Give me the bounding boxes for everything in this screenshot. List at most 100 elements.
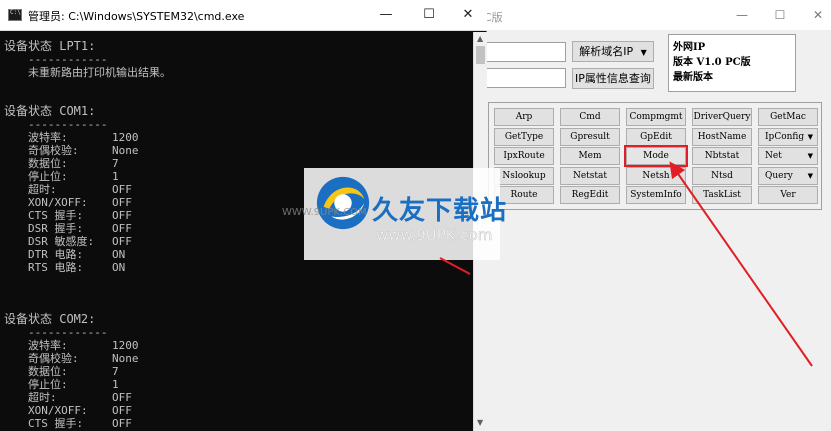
domain-input[interactable] <box>486 42 566 62</box>
setting-row: 波特率: 1200 <box>4 131 469 144</box>
resolve-domain-label: 解析域名IP <box>579 45 634 58</box>
command-button-hostname[interactable]: HostName <box>692 127 752 146</box>
command-button-label: IpConfig <box>765 131 805 142</box>
setting-value: 7 <box>112 365 119 378</box>
setting-value: 1 <box>112 170 119 183</box>
app-minimize-button[interactable]: — <box>732 6 752 24</box>
setting-row: RTS 电路: ON <box>4 261 469 274</box>
command-button-query[interactable]: Query ▼ <box>758 166 818 185</box>
info-line-version: 版本 V1.0 PC版 <box>673 57 751 68</box>
watermark-url: www.9UPK.com <box>376 226 493 245</box>
command-button-net[interactable]: Net ▼ <box>758 147 818 165</box>
ip-info-button[interactable]: IP属性信息查询 <box>572 68 654 89</box>
command-button-label: Ver <box>780 190 796 200</box>
com2-settings: 波特率: 1200 奇偶校验: None 数据位: 7 停止位: 1 超时: OFF XON/XOF… <box>4 339 469 430</box>
command-button-arp[interactable]: Arp <box>494 108 554 126</box>
command-button-getmac[interactable]: GetMac <box>758 108 818 126</box>
scroll-up-icon[interactable]: ▲ <box>477 34 483 43</box>
scroll-down-icon[interactable]: ▼ <box>477 418 483 427</box>
setting-value: OFF <box>112 417 132 430</box>
command-button-gpresult[interactable]: Gpresult <box>560 127 620 146</box>
app-maximize-button[interactable]: ☐ <box>770 6 790 24</box>
cmd-window-title: 管理员: C:\Windows\SYSTEM32\cmd.exe <box>28 10 245 23</box>
setting-row: 停止位: 1 <box>4 378 469 391</box>
setting-key: 停止位: <box>28 378 68 391</box>
watermark-logo-icon <box>316 176 370 230</box>
command-button-tasklist[interactable]: TaskList <box>692 186 752 204</box>
cmd-maximize-button[interactable]: ☐ <box>417 6 441 24</box>
setting-value: 7 <box>112 157 119 170</box>
setting-key: XON/XOFF: <box>28 196 88 209</box>
command-button-gpedit[interactable]: GpEdit <box>626 127 686 146</box>
setting-row: 数据位: 7 <box>4 365 469 378</box>
setting-value: OFF <box>112 391 132 404</box>
info-line-external-ip: 外网IP <box>673 42 706 53</box>
setting-key: 超时: <box>28 391 57 404</box>
app-titlebar: C版 — ☐ ✕ <box>470 0 831 30</box>
command-button-ipxroute[interactable]: IpxRoute <box>494 147 554 165</box>
setting-key: 数据位: <box>28 365 68 378</box>
setting-row: XON/XOFF: OFF <box>4 404 469 417</box>
command-button-label: TaskList <box>703 190 741 200</box>
command-button-mem[interactable]: Mem <box>560 147 620 165</box>
command-button-netstat[interactable]: Netstat <box>560 166 620 185</box>
command-button-label: Mode <box>643 151 669 161</box>
cmd-titlebar: 管理员: C:\Windows\SYSTEM32\cmd.exe — ☐ ✕ <box>0 0 487 31</box>
command-button-driverquery[interactable]: DriverQuery <box>692 108 752 126</box>
setting-value: None <box>112 144 139 157</box>
cmd-minimize-button[interactable]: — <box>374 6 398 24</box>
setting-row: 奇偶校验: None <box>4 144 469 157</box>
setting-value: 1200 <box>112 131 139 144</box>
command-button-cmd[interactable]: Cmd <box>560 108 620 126</box>
app-close-button[interactable]: ✕ <box>808 6 828 24</box>
setting-value: None <box>112 352 139 365</box>
com2-header: 设备状态 COM2: <box>4 312 96 326</box>
ip-input[interactable] <box>486 68 566 88</box>
chevron-down-icon: ▼ <box>807 152 813 160</box>
setting-value: ON <box>112 248 126 261</box>
command-button-regedit[interactable]: RegEdit <box>560 186 620 204</box>
command-button-nbtstat[interactable]: Nbtstat <box>692 147 752 165</box>
separator-line: ------------ <box>28 53 108 66</box>
command-button-ipconfig[interactable]: IpConfig ▼ <box>758 127 818 146</box>
command-button-label: Mem <box>578 151 602 161</box>
resolve-domain-button[interactable]: 解析域名IP ▼ <box>572 41 654 62</box>
command-button-mode[interactable]: Mode <box>624 145 688 167</box>
setting-key: DSR 敏感度: <box>28 235 95 248</box>
command-button-label: Nslookup <box>502 170 546 181</box>
command-button-gettype[interactable]: GetType <box>494 127 554 146</box>
command-button-label: HostName <box>697 131 747 142</box>
watermark-title: 久友下载站 <box>372 196 508 226</box>
cmd-close-button[interactable]: ✕ <box>456 6 480 24</box>
command-button-systeminfo[interactable]: SystemInfo <box>626 186 686 204</box>
command-button-ver[interactable]: Ver <box>758 186 818 204</box>
command-button-netsh[interactable]: Netsh <box>626 166 686 185</box>
setting-value: OFF <box>112 404 132 417</box>
chevron-down-icon: ▼ <box>807 132 813 141</box>
setting-key: 波特率: <box>28 339 68 352</box>
command-button-label: RegEdit <box>571 190 609 200</box>
setting-row: 奇偶校验: None <box>4 352 469 365</box>
setting-value: 1 <box>112 378 119 391</box>
scroll-thumb[interactable] <box>476 46 485 64</box>
setting-key: 奇偶校验: <box>28 352 79 365</box>
command-button-compmgmt[interactable]: Compmgmt <box>626 108 686 126</box>
setting-key: DSR 握手: <box>28 222 84 235</box>
command-button-label: IpxRoute <box>503 151 545 161</box>
lpt1-message: 未重新路由打印机输出结果。 <box>28 66 171 79</box>
command-button-label: Route <box>510 190 538 200</box>
command-button-label: Net <box>765 151 782 161</box>
cmd-app-icon <box>8 9 22 21</box>
chevron-down-icon: ▼ <box>807 171 813 180</box>
setting-value: OFF <box>112 222 132 235</box>
command-button-nslookup[interactable]: Nslookup <box>494 166 554 185</box>
setting-value: OFF <box>112 183 132 196</box>
setting-key: DTR 电路: <box>28 248 84 261</box>
setting-value: 1200 <box>112 339 139 352</box>
command-button-label: GpEdit <box>640 131 672 142</box>
command-button-ntsd[interactable]: Ntsd <box>692 166 752 185</box>
info-line-latest: 最新版本 <box>673 72 713 83</box>
setting-key: 波特率: <box>28 131 68 144</box>
com1-header: 设备状态 COM1: <box>4 104 96 118</box>
separator-line: ------------ <box>28 118 108 131</box>
